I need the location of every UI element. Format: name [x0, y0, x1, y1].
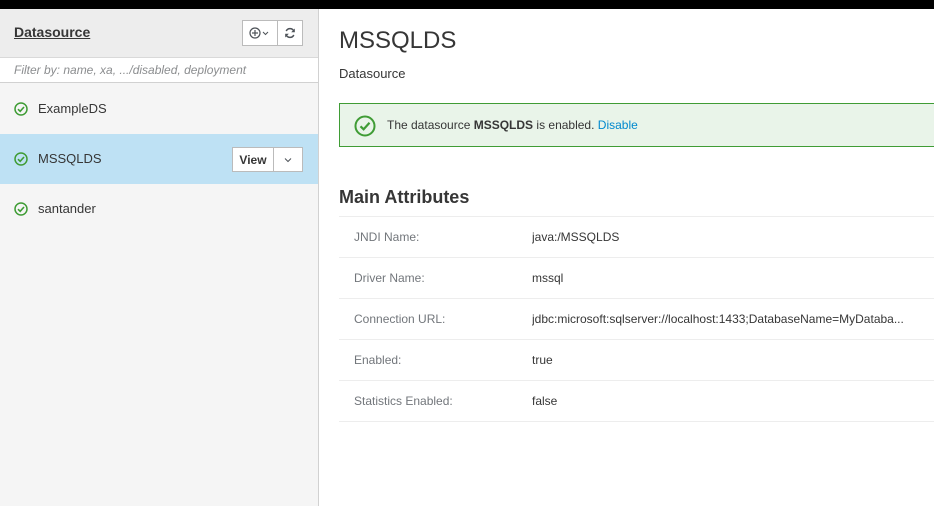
datasource-label: santander	[38, 201, 96, 216]
attribute-row: JNDI Name: java:/MSSQLDS	[339, 217, 934, 258]
filter-input[interactable]	[0, 58, 318, 82]
attribute-value: false	[532, 394, 558, 408]
enabled-check-icon	[14, 102, 28, 116]
section-title: Main Attributes	[339, 187, 470, 207]
success-check-icon	[354, 115, 376, 137]
datasource-item-santander[interactable]: santander	[0, 184, 318, 234]
alert-text-suffix: is enabled.	[533, 118, 598, 132]
enabled-check-icon	[14, 152, 28, 166]
datasource-label: MSSQLDS	[38, 151, 102, 166]
datasource-item-exampleds[interactable]: ExampleDS	[0, 84, 318, 134]
top-bar	[0, 0, 934, 9]
add-datasource-button[interactable]	[242, 20, 278, 46]
attribute-key: Connection URL:	[354, 312, 446, 326]
view-button[interactable]: View	[232, 147, 274, 172]
attribute-key: Statistics Enabled:	[354, 394, 453, 408]
filter-bar	[0, 57, 318, 83]
attribute-row: Driver Name: mssql	[339, 258, 934, 299]
page-subtitle: Datasource	[339, 66, 406, 81]
main-content: MSSQLDS Datasource The datasource MSSQLD…	[320, 9, 934, 506]
attribute-key: Enabled:	[354, 353, 402, 367]
disable-link[interactable]: Disable	[598, 118, 638, 132]
item-actions-dropdown[interactable]	[274, 147, 303, 172]
datasource-label: ExampleDS	[38, 101, 107, 116]
attribute-value: java:/MSSQLDS	[532, 230, 620, 244]
alert-text-prefix: The datasource	[387, 118, 474, 132]
enabled-check-icon	[14, 202, 28, 216]
sidebar-title[interactable]: Datasource	[14, 24, 90, 40]
attribute-value: mssql	[532, 271, 564, 285]
chevron-down-icon	[284, 157, 292, 162]
status-alert: The datasource MSSQLDS is enabled. Disab…	[339, 103, 934, 147]
alert-message: The datasource MSSQLDS is enabled. Disab…	[387, 118, 638, 132]
attribute-key: Driver Name:	[354, 271, 425, 285]
sidebar: Datasource ExampleDS	[0, 9, 319, 506]
datasource-item-mssqlds[interactable]: MSSQLDS View	[0, 134, 318, 184]
refresh-button[interactable]	[278, 20, 303, 46]
sidebar-header: Datasource	[0, 9, 318, 57]
alert-datasource-name: MSSQLDS	[473, 118, 534, 132]
attributes-table: JNDI Name: java:/MSSQLDS Driver Name: ms…	[339, 216, 934, 422]
add-icon	[249, 27, 269, 39]
attribute-value: true	[532, 353, 553, 367]
refresh-icon	[285, 27, 295, 39]
attribute-row: Connection URL: jdbc:microsoft:sqlserver…	[339, 299, 934, 340]
attribute-row: Statistics Enabled: false	[339, 381, 934, 422]
page-title: MSSQLDS	[339, 27, 457, 54]
attribute-row: Enabled: true	[339, 340, 934, 381]
attribute-key: JNDI Name:	[354, 230, 420, 244]
item-actions: View	[232, 147, 303, 172]
attribute-value: jdbc:microsoft:sqlserver://localhost:143…	[532, 312, 904, 326]
